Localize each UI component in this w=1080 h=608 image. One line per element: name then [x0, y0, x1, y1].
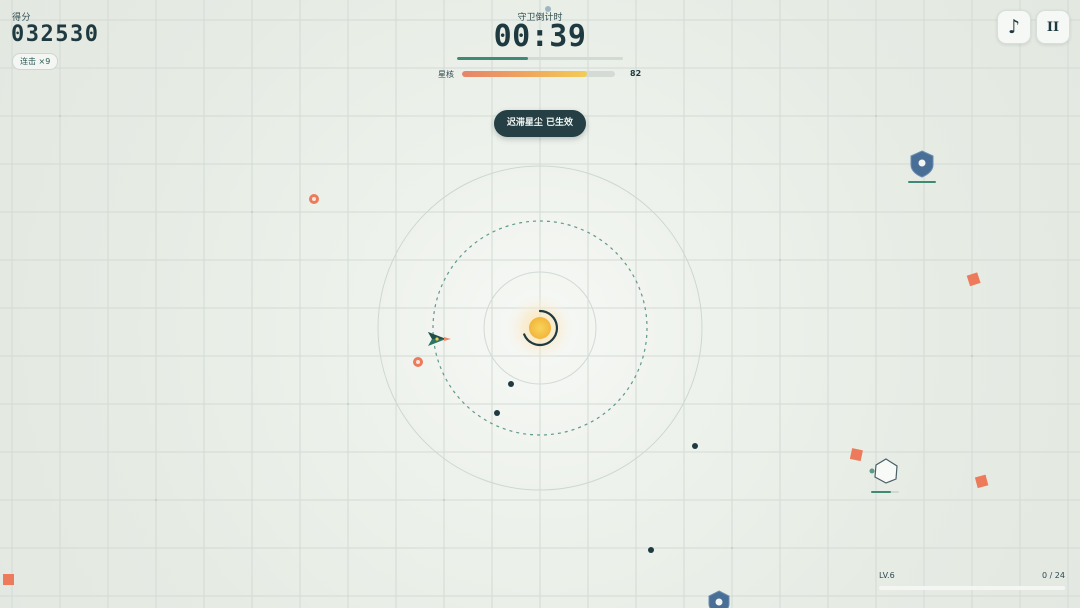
timer-progress-bar [457, 57, 623, 60]
orbit-arena [3, 6, 989, 608]
combo-badge: 连击 ×9 [12, 53, 59, 70]
play-field[interactable]: 得分 032530 连击 ×9 守卫倒计时 00:39 星核 82 迟滞星尘 已… [0, 0, 1080, 608]
hexagon-enemy [869, 458, 898, 484]
core-value: 82 [630, 69, 642, 78]
level-label: LV.6 [879, 571, 895, 580]
shield-drone [910, 150, 934, 178]
hexagon-enemy-hp [871, 491, 891, 493]
music-button[interactable]: ♪ [997, 10, 1031, 44]
player-thruster [444, 337, 451, 341]
pause-button[interactable]: II [1036, 10, 1070, 44]
dark-particle [494, 410, 500, 416]
dark-particle [508, 381, 514, 387]
enemy-ring [413, 357, 423, 367]
timer-progress-fill [457, 57, 529, 60]
music-note-icon: ♪ [1007, 16, 1021, 38]
timer-value: 00:39 [493, 19, 587, 54]
enemy-square [974, 474, 989, 489]
enemy-ring [309, 194, 319, 204]
enemy-square [3, 574, 14, 585]
enemy-square [966, 272, 981, 287]
core-label: 星核 [438, 70, 454, 79]
effect-toast: 迟滞星尘 已生效 [494, 110, 586, 137]
dark-particle [648, 547, 654, 553]
level-progress-bar [879, 586, 1065, 590]
shield-drone [708, 590, 730, 608]
level-kill-count: 0 / 24 [1041, 571, 1065, 580]
pause-icon: II [1046, 19, 1060, 35]
star-core [529, 317, 551, 339]
core-health-bar [462, 71, 615, 77]
dark-particle [692, 443, 698, 449]
enemy-square [849, 448, 863, 462]
player-ship [428, 332, 446, 346]
core-health-fill [462, 71, 588, 77]
shield-drone-hp [908, 181, 936, 183]
